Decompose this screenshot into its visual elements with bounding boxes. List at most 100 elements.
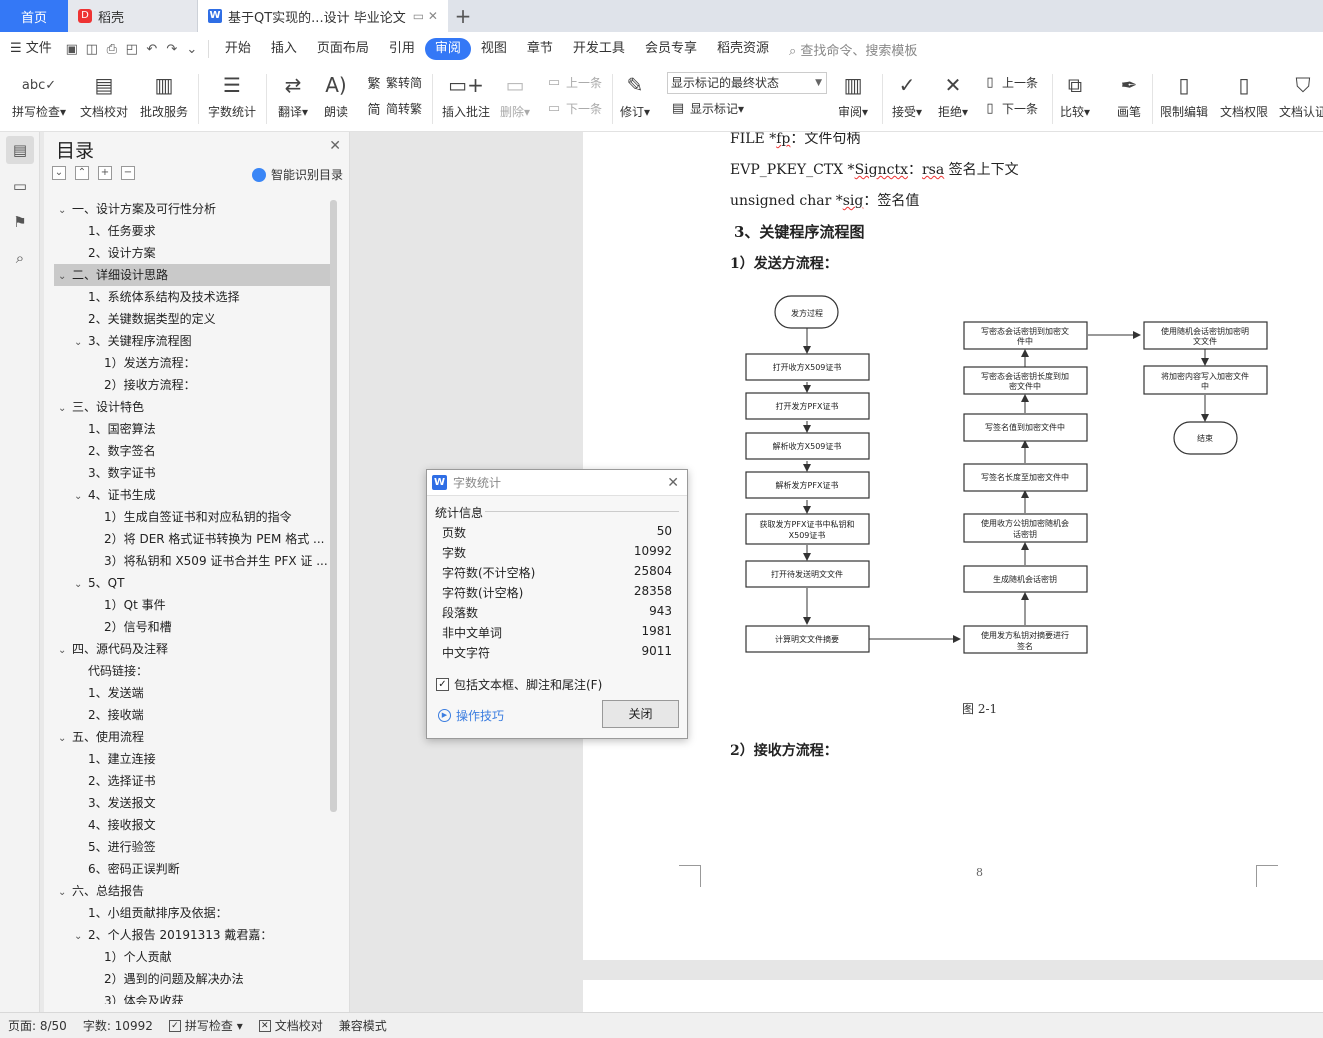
close-icon[interactable]: ✕: [329, 138, 341, 154]
prev-change-button[interactable]: ▯ 上一条: [982, 74, 1038, 91]
save-icon[interactable]: ▣: [62, 39, 82, 59]
toc-item[interactable]: 1）Qt 事件: [54, 594, 330, 616]
batch-service-button[interactable]: ▥ 批改服务: [140, 70, 188, 120]
toc-item[interactable]: 1）生成自签证书和对应私钥的指令: [54, 506, 330, 528]
next-change-button[interactable]: ▯ 下一条: [982, 100, 1038, 117]
compare-button[interactable]: ⧉ 比较▾: [1060, 70, 1090, 120]
toc-item[interactable]: 2）遇到的问题及解决办法: [54, 968, 330, 990]
menu-view[interactable]: 视图: [471, 38, 517, 60]
remove-heading-icon[interactable]: −: [121, 166, 135, 180]
include-textbox-checkbox[interactable]: ✓ 包括文本框、脚注和尾注(F): [436, 676, 602, 693]
toc-item[interactable]: 2）将 DER 格式证书转换为 PEM 格式 ...: [54, 528, 330, 550]
menu-review[interactable]: 审阅: [424, 38, 471, 60]
menu-start[interactable]: 开始: [215, 38, 261, 60]
export-pdf-icon[interactable]: ◫: [82, 39, 102, 59]
toc-item[interactable]: 1、建立连接: [54, 748, 330, 770]
menu-page-layout[interactable]: 页面布局: [307, 38, 379, 60]
toc-item[interactable]: 3、发送报文: [54, 792, 330, 814]
tab-document[interactable]: W 基于QT实现的...设计 毕业论文 ▭ ✕: [198, 0, 448, 32]
toc-item[interactable]: 6、密码正误判断: [54, 858, 330, 880]
next-comment-button[interactable]: ▭ 下一条: [546, 100, 602, 117]
customize-dropdown-icon[interactable]: ⌄: [182, 39, 202, 59]
toc-item[interactable]: 1、发送端: [54, 682, 330, 704]
toc-item[interactable]: 4、接收报文: [54, 814, 330, 836]
redo-icon[interactable]: ↷: [162, 39, 182, 59]
menu-developer[interactable]: 开发工具: [563, 38, 635, 60]
toc-item[interactable]: 2、接收端: [54, 704, 330, 726]
toc-item[interactable]: ⌄ 五、使用流程: [54, 726, 330, 748]
chevron-down-icon[interactable]: ⌄: [58, 640, 72, 660]
close-icon[interactable]: ✕: [667, 475, 679, 491]
add-heading-icon[interactable]: +: [98, 166, 112, 180]
menu-reference[interactable]: 引用: [379, 38, 425, 60]
insert-comment-button[interactable]: ▭+ 插入批注: [442, 70, 490, 120]
print-preview-icon[interactable]: ◰: [122, 39, 142, 59]
accept-button[interactable]: ✓ 接受▾: [892, 70, 922, 120]
toc-item[interactable]: 2、关键数据类型的定义: [54, 308, 330, 330]
new-tab-icon[interactable]: +: [448, 0, 478, 32]
dialog-titlebar[interactable]: W 字数统计 ✕: [427, 470, 687, 496]
toc-item[interactable]: ⌄ 3、关键程序流程图: [54, 330, 330, 352]
tips-link[interactable]: ▶ 操作技巧: [438, 707, 504, 724]
toc-item[interactable]: 2）信号和槽: [54, 616, 330, 638]
chevron-down-icon[interactable]: ⌄: [74, 332, 88, 352]
command-search[interactable]: ⌕ 查找命令、搜索模板: [789, 40, 917, 59]
toc-item[interactable]: 3）将私钥和 X509 证书合并生 PFX 证 ...: [54, 550, 330, 572]
doc-permission-button[interactable]: ▯ 文档权限: [1220, 70, 1268, 120]
chevron-down-icon[interactable]: ⌄: [58, 200, 72, 220]
toc-item[interactable]: 3、数字证书: [54, 462, 330, 484]
word-count-indicator[interactable]: 字数: 10992: [75, 1017, 161, 1034]
tab-close-icon[interactable]: ▭ ✕: [413, 9, 438, 23]
toc-item[interactable]: ⌄ 四、源代码及注释: [54, 638, 330, 660]
expand-all-icon[interactable]: ⌄: [52, 166, 66, 180]
toc-item[interactable]: ⌄ 一、设计方案及可行性分析: [54, 198, 330, 220]
chevron-down-icon[interactable]: ⌄: [58, 882, 72, 902]
file-menu[interactable]: ☰ 文件: [0, 38, 62, 60]
reject-button[interactable]: ✕ 拒绝▾: [938, 70, 968, 120]
undo-icon[interactable]: ↶: [142, 39, 162, 59]
doc-proof-status[interactable]: ✕ 文档校对: [251, 1017, 331, 1034]
track-changes-button[interactable]: ✎ 修订▾: [620, 70, 650, 120]
simp-to-trad-button[interactable]: 简简转繁: [366, 100, 422, 118]
search-icon[interactable]: ⌕: [6, 244, 34, 272]
toc-item[interactable]: 1、国密算法: [54, 418, 330, 440]
markup-state-select[interactable]: 显示标记的最终状态 ▼: [667, 72, 827, 94]
toc-icon[interactable]: ▤: [6, 136, 34, 164]
delete-comment-button[interactable]: ▭ 删除▾: [500, 70, 530, 120]
toc-item[interactable]: 1）发送方流程：: [54, 352, 330, 374]
toc-item[interactable]: 1）个人贡献: [54, 946, 330, 968]
toc-item[interactable]: ⌄ 2、个人报告 20191313 戴君嘉：: [54, 924, 330, 946]
chevron-down-icon[interactable]: ⌄: [74, 486, 88, 506]
toc-item[interactable]: 2、选择证书: [54, 770, 330, 792]
toc-item[interactable]: ⌄ 六、总结报告: [54, 880, 330, 902]
toc-item[interactable]: ⌄ 三、设计特色: [54, 396, 330, 418]
show-markup-button[interactable]: ▤ 显示标记 ▾: [670, 100, 744, 117]
toc-item[interactable]: 5、进行验签: [54, 836, 330, 858]
toc-item[interactable]: ⌄ 二、详细设计思路: [54, 264, 330, 286]
menu-daoke-resources[interactable]: 稻壳资源: [707, 38, 779, 60]
chevron-down-icon[interactable]: ⌄: [74, 926, 88, 946]
toc-item[interactable]: 2）接收方流程：: [54, 374, 330, 396]
chevron-down-icon[interactable]: ⌄: [74, 574, 88, 594]
doc-auth-button[interactable]: ⛉ 文档认证: [1279, 70, 1323, 120]
trad-to-simp-button[interactable]: 繁繁转简: [366, 74, 422, 92]
toc-item[interactable]: ⌄ 4、证书生成: [54, 484, 330, 506]
toc-item[interactable]: 1、小组贡献排序及依据：: [54, 902, 330, 924]
toc-item[interactable]: 2、数字签名: [54, 440, 330, 462]
translate-button[interactable]: ⇄ 翻译▾: [278, 70, 308, 120]
menu-member[interactable]: 会员专享: [635, 38, 707, 60]
tab-home[interactable]: 首页: [0, 0, 68, 32]
tab-daoke[interactable]: D 稻壳: [68, 0, 198, 32]
toc-scrollbar[interactable]: [330, 200, 337, 812]
toc-item[interactable]: 2、设计方案: [54, 242, 330, 264]
toc-item[interactable]: ⌄ 5、QT: [54, 572, 330, 594]
toc-item[interactable]: 3）体会及收获: [54, 990, 330, 1004]
chapter-nav-icon[interactable]: ▭: [6, 172, 34, 200]
spell-check-button[interactable]: abc✓ 拼写检查▾: [12, 70, 66, 120]
chevron-down-icon[interactable]: ⌄: [58, 728, 72, 748]
toc-item[interactable]: 代码链接：: [54, 660, 330, 682]
ink-button[interactable]: ✒ 画笔: [1115, 70, 1143, 120]
chevron-down-icon[interactable]: ⌄: [58, 266, 72, 286]
toc-item[interactable]: 1、系统体系结构及技术选择: [54, 286, 330, 308]
toc-item[interactable]: 1、任务要求: [54, 220, 330, 242]
